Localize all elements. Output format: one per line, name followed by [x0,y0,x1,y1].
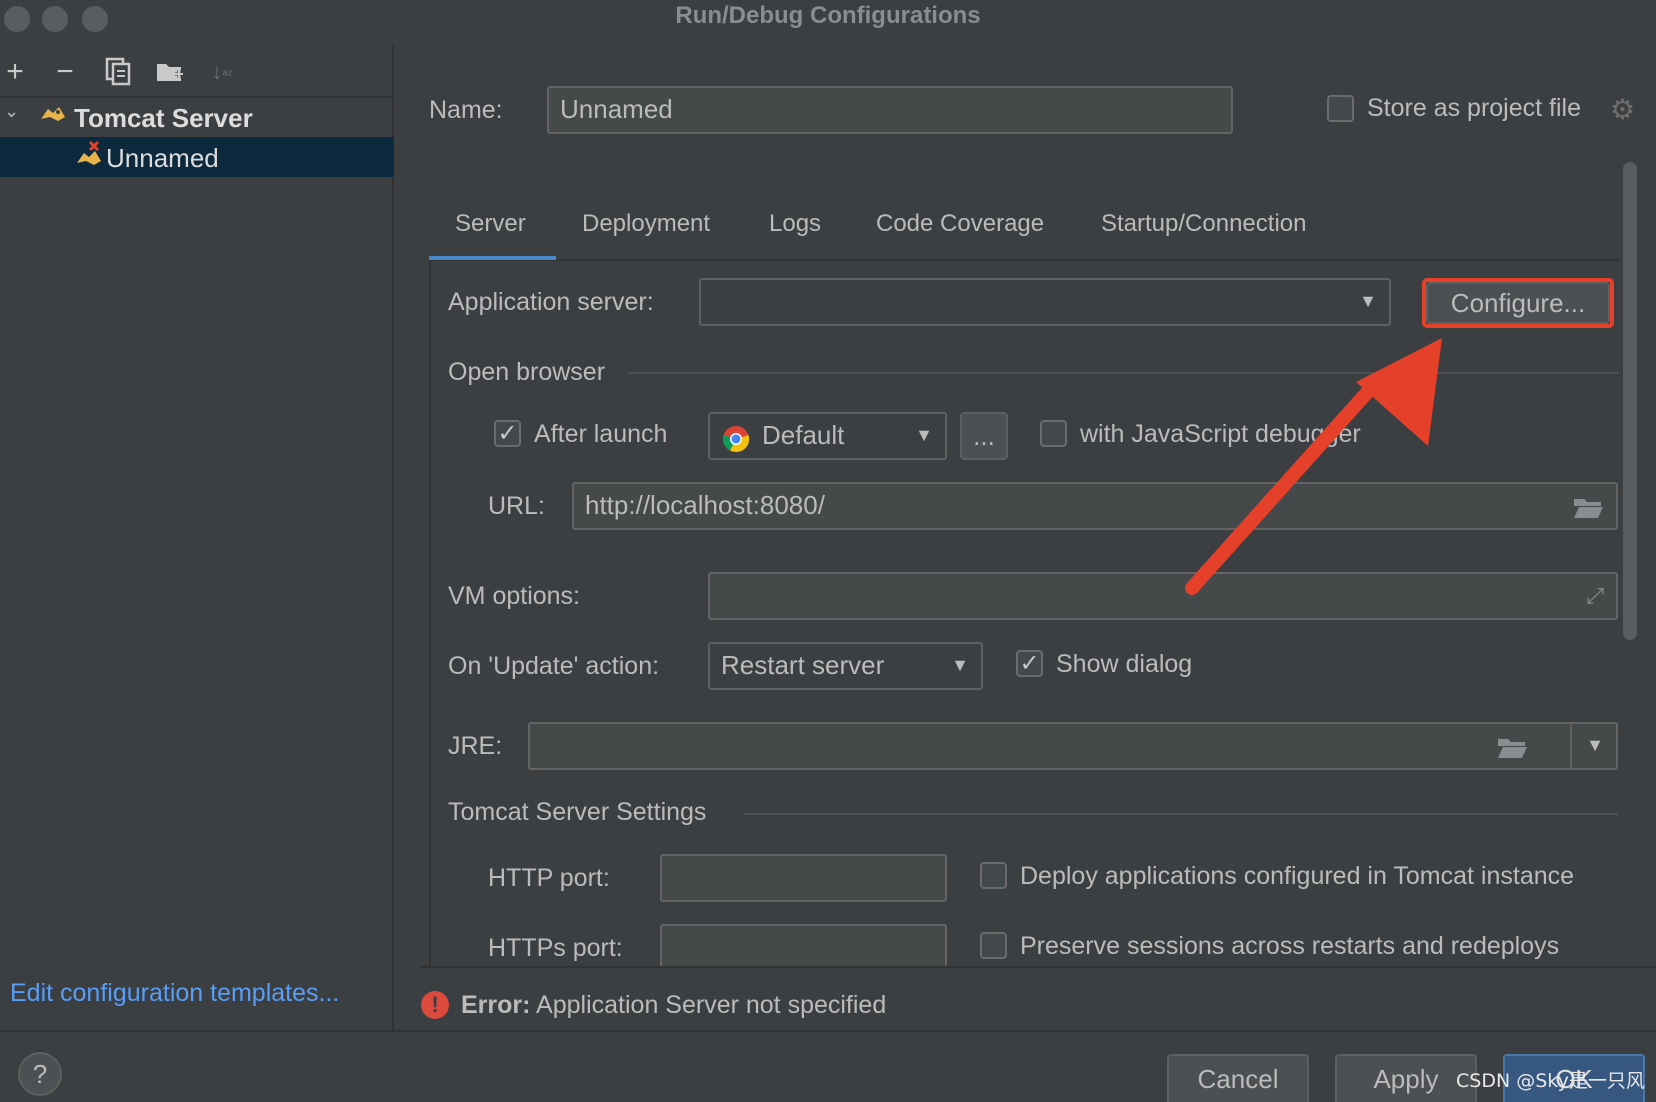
folder-icon[interactable] [1572,492,1604,534]
sort-icon[interactable]: ↓ᵃᶻ [207,56,237,88]
title-bar: Run/Debug Configurations [0,0,1656,36]
tomcat-icon [38,99,68,138]
http-port-label: HTTP port: [488,864,610,892]
tab-logs[interactable]: Logs [769,210,821,238]
deploy-apps-label: Deploy applications configured in Tomcat… [1020,862,1575,890]
folder-icon[interactable] [1496,732,1528,774]
store-project-file-checkbox[interactable] [1327,95,1354,122]
chevron-down-icon: ▼ [951,655,969,675]
name-input[interactable]: Unnamed [547,86,1233,134]
error-status: Error: Application Server not specified [461,991,886,1020]
preserve-sessions-checkbox[interactable] [980,932,1007,959]
chevron-down-icon[interactable]: ▼ [1586,724,1604,766]
app-server-select[interactable]: ▼ [699,278,1391,326]
error-prefix: Error: [461,991,531,1019]
browser-value: Default [762,420,845,450]
http-port-input[interactable] [660,854,947,902]
chevron-down-icon: ▼ [1359,291,1377,311]
sidebar [0,46,394,1030]
window-title: Run/Debug Configurations [675,2,981,29]
after-launch-checkbox[interactable]: ✓ [494,420,521,447]
tomcat-settings-divider [744,813,1618,815]
checkmark-icon: ✓ [1019,650,1040,677]
url-value: http://localhost:8080/ [585,490,825,520]
tab-code-coverage[interactable]: Code Coverage [876,210,1044,238]
url-label: URL: [488,492,545,520]
open-browser-label: Open browser [448,358,606,386]
after-launch-label: After launch [534,420,668,448]
remove-icon[interactable]: − [50,56,80,88]
add-icon[interactable]: + [0,56,30,88]
https-port-input[interactable] [660,924,947,968]
url-input[interactable]: http://localhost:8080/ [572,482,1618,530]
vm-options-input[interactable]: ⤢ [708,572,1618,620]
folder-add-icon[interactable] [155,56,185,88]
gear-icon[interactable]: ⚙ [1610,96,1635,124]
expand-icon[interactable]: ⤢ [1586,584,1604,608]
content-scrollbar[interactable] [1623,162,1637,640]
update-action-value: Restart server [721,650,885,680]
jre-input[interactable]: ▼ [528,722,1618,770]
show-dialog-checkbox[interactable]: ✓ [1016,650,1043,677]
copy-icon[interactable] [103,56,133,88]
error-icon: ! [421,991,449,1019]
footer-divider [0,1030,1656,1032]
name-label: Name: [429,96,503,124]
app-server-label: Application server: [448,288,654,316]
js-debugger-checkbox[interactable] [1040,420,1067,447]
chevron-down-icon: ▼ [915,425,933,445]
tab-server[interactable]: Server [455,210,526,238]
tree-item-label: Unnamed [106,143,219,173]
tomcat-error-icon [74,139,106,178]
tree-item-unnamed[interactable]: Unnamed [0,137,394,177]
chevron-down-icon[interactable]: ⌄ [4,101,19,122]
show-dialog-label: Show dialog [1056,650,1193,678]
content-bottom-border [420,966,1656,968]
browser-select[interactable]: Default ▼ [708,412,947,460]
annotation-arrow [1185,338,1442,595]
watermark: CSDN @Sky是一只风 [1456,1070,1645,1092]
tab-deployment[interactable]: Deployment [582,210,710,238]
cancel-button[interactable]: Cancel [1167,1054,1309,1102]
browse-browser-button[interactable]: ... [960,412,1008,460]
tree-group-label: Tomcat Server [74,103,253,133]
tree-group-tomcat-server[interactable]: ⌄ Tomcat Server [0,99,394,137]
update-action-label: On 'Update' action: [448,652,660,680]
store-project-file-label: Store as project file [1367,94,1581,122]
deploy-apps-checkbox[interactable] [980,862,1007,889]
sidebar-divider [0,96,394,98]
update-action-select[interactable]: Restart server ▼ [708,642,983,690]
tomcat-settings-label: Tomcat Server Settings [448,798,707,826]
checkmark-icon: ✓ [497,420,518,447]
help-button[interactable]: ? [18,1052,62,1096]
edit-templates-link[interactable]: Edit configuration templates... [10,979,339,1008]
highlight-box [1422,278,1614,328]
jre-label: JRE: [448,732,503,760]
preserve-sessions-label: Preserve sessions across restarts and re… [1020,932,1560,960]
chrome-icon [722,423,750,465]
error-message: Application Server not specified [536,991,887,1019]
active-tab-indicator [429,256,556,260]
tab-startup-connection[interactable]: Startup/Connection [1101,210,1306,238]
https-port-label: HTTPs port: [488,934,623,962]
open-browser-divider [628,372,1618,374]
vm-options-label: VM options: [448,582,581,610]
jre-divider [1570,724,1572,768]
